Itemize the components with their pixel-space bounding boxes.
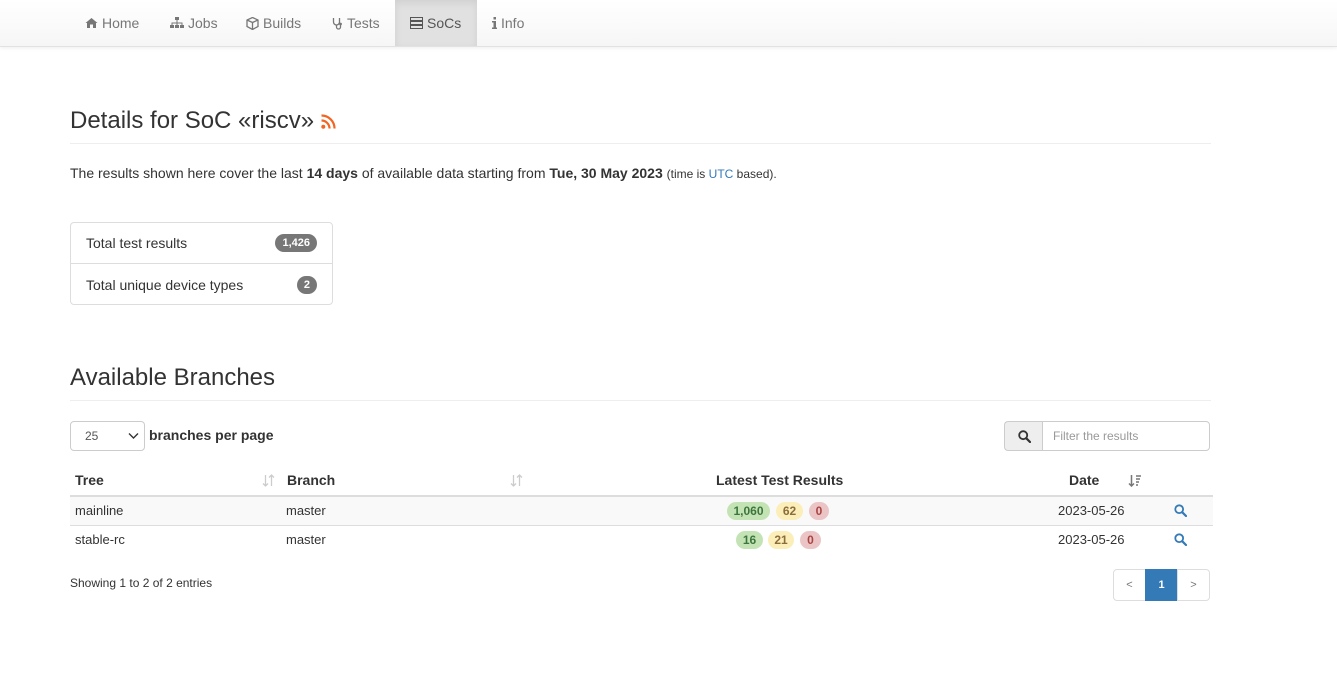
intro-text: The results shown here cover the last 14… (70, 165, 777, 181)
row-tree[interactable]: stable-rc (75, 532, 125, 547)
search-icon[interactable] (1174, 504, 1187, 517)
intro-date: Tue, 30 May 2023 (549, 165, 663, 181)
search-icon (1017, 429, 1031, 443)
table-row (70, 526, 1213, 555)
top-navbar: Home Jobs Builds Tests SoCs Info (0, 0, 1337, 47)
warn-count-badge[interactable]: 62 (776, 502, 803, 520)
total-results-row: Total test results 1,426 (71, 223, 332, 264)
nav-builds[interactable]: Builds (231, 0, 316, 46)
device-types-row: Total unique device types 2 (71, 264, 332, 305)
search-icon[interactable] (1174, 533, 1187, 546)
page-size-value: 25 (85, 429, 99, 443)
pass-count-badge[interactable]: 1,060 (727, 502, 770, 520)
nav-home[interactable]: Home (70, 0, 154, 46)
rss-icon[interactable] (321, 114, 336, 129)
nav-socs[interactable]: SoCs (395, 0, 477, 46)
info-icon (492, 17, 497, 29)
cube-icon (246, 16, 259, 30)
sort-icon[interactable] (510, 474, 523, 487)
col-branch-header[interactable]: Branch (287, 472, 335, 488)
chevron-down-icon (128, 433, 139, 439)
total-results-badge: 1,426 (275, 234, 317, 252)
warn-count-badge[interactable]: 21 (768, 531, 794, 549)
intro-middle: of available data starting from (361, 165, 546, 181)
sort-desc-icon[interactable] (1128, 474, 1142, 487)
total-results-label: Total test results (86, 235, 188, 251)
nav-socs-label: SoCs (427, 15, 462, 31)
page-size-select[interactable]: 25 (70, 421, 145, 451)
fail-count-badge[interactable]: 0 (809, 502, 829, 520)
pass-count-badge[interactable]: 16 (736, 531, 763, 549)
intro-note-open: (time is (666, 167, 706, 181)
stethoscope-icon (332, 17, 342, 30)
pagination-next[interactable]: > (1177, 569, 1210, 601)
col-results-header: Latest Test Results (716, 472, 844, 488)
table-info: Showing 1 to 2 of 2 entries (70, 576, 213, 590)
summary-list: Total test results 1,426 Total unique de… (70, 222, 333, 305)
utc-link[interactable]: UTC (709, 167, 734, 181)
device-types-badge: 2 (296, 275, 317, 294)
branches-title: Available Branches (70, 364, 276, 391)
nav-jobs[interactable]: Jobs (155, 0, 233, 46)
pagination-prev[interactable]: < (1113, 569, 1146, 601)
filter-input[interactable]: Filter the results (1042, 421, 1210, 451)
intro-note: (time is UTC based). (667, 167, 777, 181)
row-branch[interactable]: master (286, 532, 326, 547)
intro-note-close: based). (736, 167, 777, 181)
sort-icon[interactable] (262, 474, 275, 487)
filter-placeholder: Filter the results (1053, 429, 1139, 443)
page-title-text: Details for SoC «riscv» (70, 107, 315, 134)
search-button[interactable] (1004, 421, 1043, 451)
per-page-label: branches per page (149, 427, 274, 443)
nav-jobs-label: Jobs (188, 15, 218, 31)
row-tree[interactable]: mainline (75, 503, 123, 518)
fail-count-badge[interactable]: 0 (800, 531, 821, 549)
pagination-current[interactable]: 1 (1145, 569, 1178, 601)
nav-info-label: Info (501, 15, 525, 31)
nav-tests-label: Tests (347, 15, 380, 31)
col-date-header[interactable]: Date (1069, 472, 1099, 488)
nav-builds-label: Builds (263, 15, 302, 31)
server-icon (410, 17, 423, 29)
nav-home-label: Home (102, 15, 140, 31)
intro-prefix: The results shown here cover the last (70, 165, 303, 181)
device-types-label: Total unique device types (86, 276, 244, 293)
sitemap-icon (170, 17, 184, 28)
row-date: 2023-05-26 (1058, 532, 1125, 547)
intro-days: 14 days (306, 165, 358, 181)
col-tree-header[interactable]: Tree (75, 472, 104, 488)
home-icon (85, 18, 98, 28)
branches-divider (70, 400, 1211, 401)
nav-tests[interactable]: Tests (317, 0, 395, 46)
row-branch[interactable]: master (286, 503, 326, 518)
title-divider (70, 143, 1211, 144)
table-row (70, 497, 1213, 526)
nav-info[interactable]: Info (477, 0, 539, 46)
row-date: 2023-05-26 (1058, 503, 1125, 518)
page-title: Details for SoC «riscv» (70, 107, 336, 135)
